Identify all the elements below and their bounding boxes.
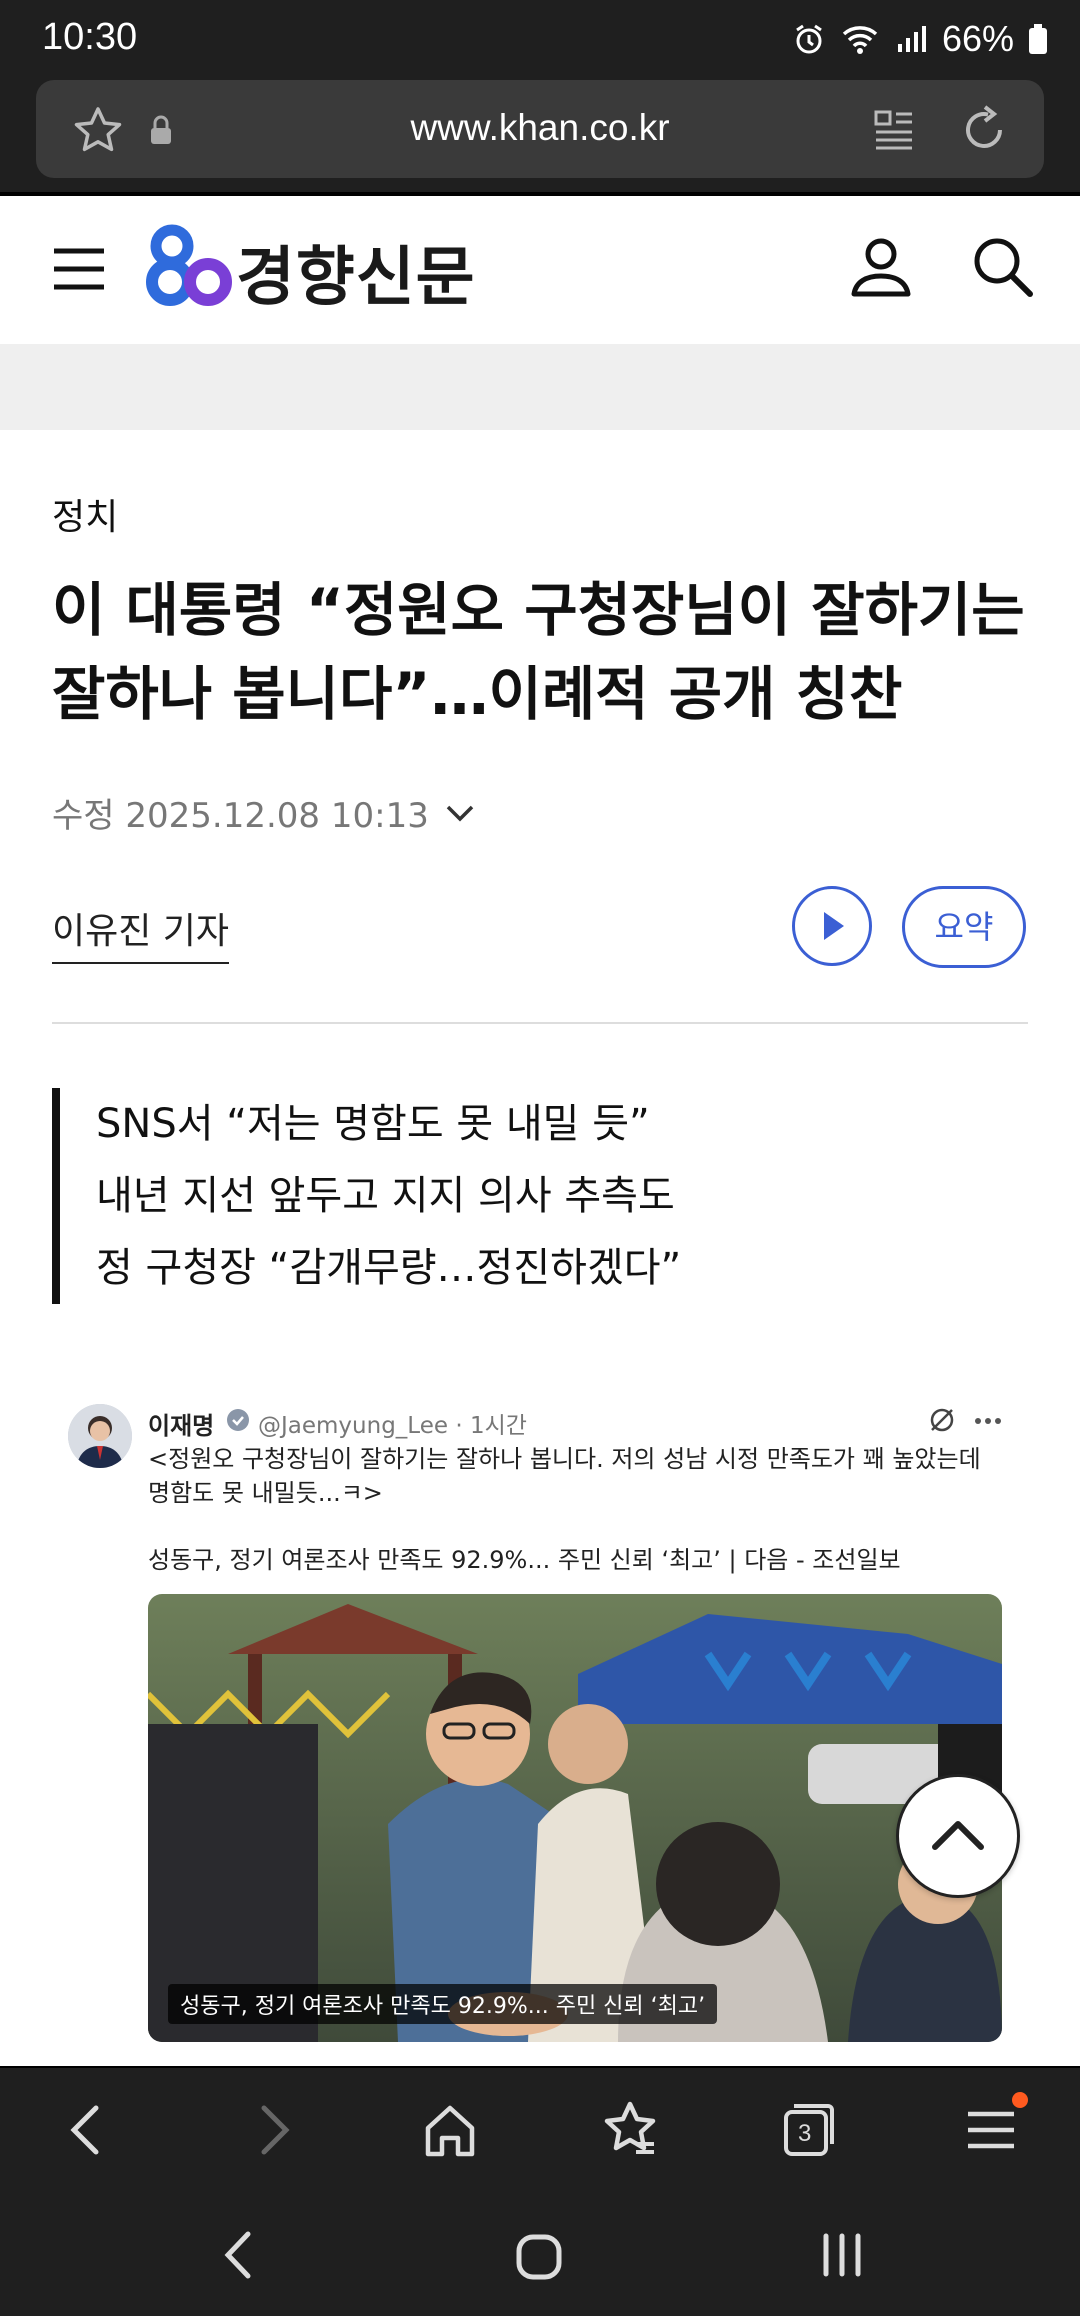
status-icons: 66% bbox=[792, 18, 1048, 60]
tweet-link-title: 성동구, 정기 여론조사 만족도 92.9%... 주민 신뢰 ‘최고’ | 다… bbox=[148, 1546, 901, 1574]
menu-icon bbox=[968, 2111, 1014, 2149]
browser-toolbar: www.khan.co.kr bbox=[0, 80, 1080, 196]
embedded-tweet-image: 이재명 @Jaemyung_Lee · 1시간 <정원오 구청장님이 잘하기는 … bbox=[52, 1392, 1028, 2068]
article-category[interactable]: 정치 bbox=[52, 488, 118, 540]
chevron-up-icon bbox=[932, 1821, 984, 1850]
site-header: 경향신문 bbox=[0, 196, 1080, 344]
browser-bottom-bar: 3 bbox=[0, 2066, 1080, 2194]
avatar bbox=[68, 1404, 132, 1468]
logo-mark-icon[interactable] bbox=[142, 222, 238, 310]
verified-badge-icon bbox=[227, 1409, 249, 1431]
modified-date: 수정 2025.12.08 10:13 bbox=[52, 796, 429, 836]
system-navigation-bar bbox=[0, 2192, 1080, 2316]
back-icon[interactable] bbox=[56, 2098, 120, 2162]
audio-play-button[interactable] bbox=[792, 886, 872, 966]
article-dateline[interactable]: 수정 2025.12.08 10:13 bbox=[52, 788, 475, 837]
signal-icon bbox=[897, 26, 926, 52]
reload-icon[interactable] bbox=[958, 104, 1010, 156]
author-byline[interactable]: 이유진 기자 bbox=[52, 902, 230, 964]
home-icon[interactable] bbox=[418, 2098, 482, 2162]
divider bbox=[52, 1022, 1028, 1024]
headline-line-2: 잘하나 봅니다”…이례적 공개 칭찬 bbox=[52, 660, 903, 728]
headline-line-1: 이 대통령 “정원오 구청장님이 잘하기는 bbox=[52, 576, 1025, 644]
search-icon[interactable] bbox=[970, 234, 1036, 300]
notification-dot bbox=[1012, 2092, 1028, 2108]
status-bar: 10:30 66% bbox=[0, 0, 1080, 80]
reader-mode-icon[interactable] bbox=[872, 108, 916, 152]
browser-menu-button[interactable] bbox=[960, 2092, 1028, 2162]
alarm-icon bbox=[796, 24, 822, 54]
tweet-photo: 성동구, 정기 여론조사 만족도 92.9%... 주민 신뢰 ‘최고’ bbox=[148, 1594, 1002, 2042]
play-icon bbox=[824, 912, 844, 940]
tweet-text: <정원오 구청장님이 잘하기는 잘하나 봅니다. 저의 성남 시정 만족도가 꽤… bbox=[148, 1445, 981, 1507]
wifi-icon bbox=[842, 26, 878, 54]
subhead-1: SNS서 “저는 명함도 못 내밀 듯” bbox=[96, 1101, 650, 1147]
more-options-icon bbox=[975, 1418, 1001, 1424]
rally-photo-image bbox=[148, 1594, 1002, 2042]
menu-icon[interactable] bbox=[52, 246, 106, 292]
tweet-author-name: 이재명 bbox=[148, 1412, 215, 1440]
subhead-3: 정 구청장 “감개무량…정진하겠다” bbox=[96, 1245, 682, 1291]
tabs-button[interactable]: 3 bbox=[776, 2098, 840, 2162]
article-headline: 이 대통령 “정원오 구청장님이 잘하기는 잘하나 봅니다”…이례적 공개 칭찬 bbox=[52, 568, 1042, 736]
ad-banner-placeholder bbox=[0, 344, 1080, 430]
battery-icon bbox=[1029, 24, 1047, 54]
status-time: 10:30 bbox=[42, 16, 138, 58]
tweet-handle: @Jaemyung_Lee · 1시간 bbox=[258, 1413, 527, 1439]
system-back-icon[interactable] bbox=[216, 2228, 260, 2282]
system-home-icon[interactable] bbox=[514, 2232, 564, 2282]
chevron-down-icon[interactable] bbox=[445, 803, 475, 823]
subhead-2: 내년 지선 앞두고 지지 의사 추측도 bbox=[96, 1173, 675, 1219]
summary-button[interactable]: 요약 bbox=[902, 886, 1026, 968]
battery-percent: 66% bbox=[941, 18, 1014, 59]
tab-count: 3 bbox=[798, 2120, 812, 2147]
bookmarks-icon[interactable] bbox=[598, 2098, 662, 2162]
article-subheads: SNS서 “저는 명함도 못 내밀 듯” 내년 지선 앞두고 지지 의사 추측도… bbox=[52, 1088, 1032, 1304]
recent-apps-icon[interactable] bbox=[818, 2230, 866, 2280]
user-icon[interactable] bbox=[848, 234, 914, 300]
site-logo-text[interactable]: 경향신문 bbox=[236, 226, 476, 318]
grok-icon bbox=[930, 1408, 954, 1432]
forward-icon[interactable] bbox=[240, 2098, 304, 2162]
photo-caption: 성동구, 정기 여론조사 만족도 92.9%... 주민 신뢰 ‘최고’ bbox=[168, 1984, 718, 2024]
scroll-to-top-button[interactable] bbox=[896, 1774, 1020, 1898]
address-bar[interactable]: www.khan.co.kr bbox=[36, 80, 1044, 178]
